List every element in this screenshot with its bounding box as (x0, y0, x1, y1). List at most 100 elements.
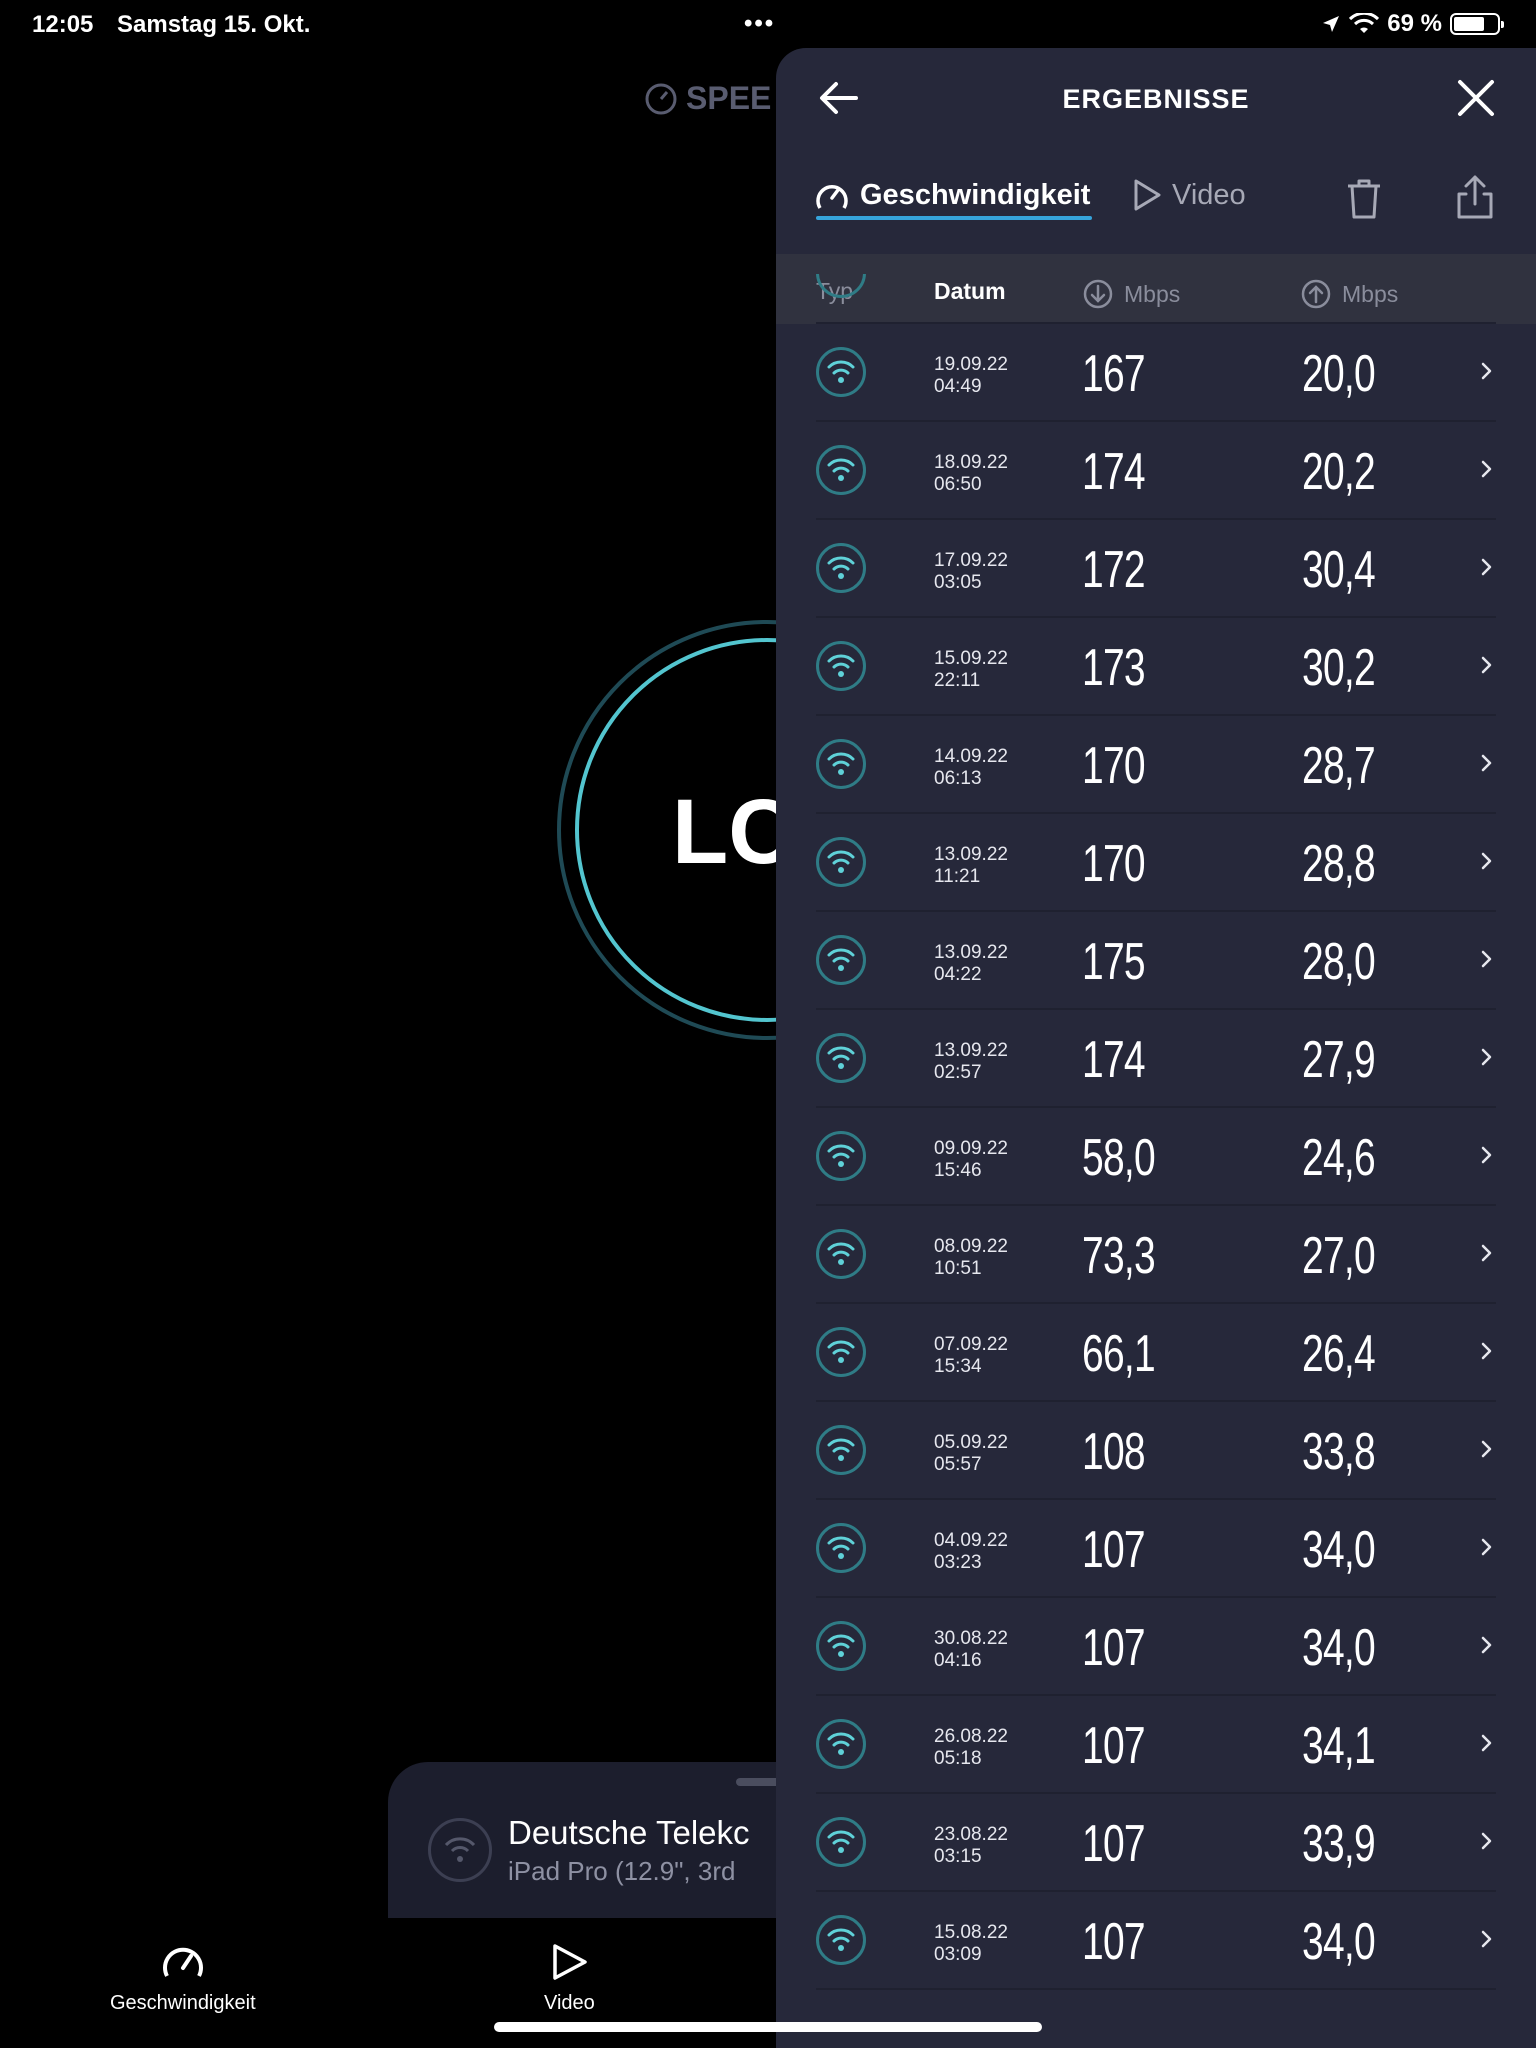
result-row[interactable]: 13.09.22 11:21 170 28,8 (816, 814, 1496, 912)
result-upload: 30,2 (1302, 639, 1376, 697)
chevron-right-icon (1481, 950, 1492, 968)
tab-geschwindigkeit[interactable]: Geschwindigkeit (110, 1942, 256, 2015)
result-row[interactable]: 15.08.22 03:09 107 34,0 (816, 1892, 1496, 1990)
result-row[interactable]: 15.09.22 22:11 173 30,2 (816, 618, 1496, 716)
result-download: 107 (1082, 1815, 1146, 1873)
result-upload: 24,6 (1302, 1129, 1376, 1187)
speedtest-label: SPEE (686, 80, 772, 116)
result-row[interactable]: 08.09.22 10:51 73,3 27,0 (816, 1206, 1496, 1304)
provider-name: Deutsche Telekc (508, 1814, 750, 1851)
tab-speed-results[interactable]: Geschwindigkeit (814, 178, 1090, 212)
wifi-icon (816, 1229, 866, 1279)
result-row[interactable]: 09.09.22 15:46 58,0 24,6 (816, 1108, 1496, 1206)
result-date: 18.09.22 (934, 452, 1008, 473)
share-icon[interactable] (1454, 174, 1496, 220)
result-upload: 33,9 (1302, 1815, 1376, 1873)
tab-label: Geschwindigkeit (110, 1992, 256, 2014)
chevron-right-icon (1481, 362, 1492, 380)
tab-label: Video (1172, 178, 1246, 211)
result-download: 107 (1082, 1913, 1146, 1971)
chevron-right-icon (1481, 558, 1492, 576)
result-date: 09.09.22 (934, 1138, 1008, 1159)
result-time: 05:57 (934, 1454, 982, 1475)
panel-title: ERGEBNISSE (1062, 84, 1250, 114)
result-download: 170 (1082, 737, 1146, 795)
wifi-icon (816, 1719, 866, 1769)
result-datetime: 19.09.22 04:49 (934, 354, 1008, 398)
chevron-right-icon (1481, 656, 1492, 674)
result-download: 108 (1082, 1423, 1146, 1481)
result-time: 06:13 (934, 768, 982, 789)
result-upload: 26,4 (1302, 1325, 1376, 1383)
chevron-right-icon (1481, 852, 1492, 870)
result-datetime: 23.08.22 03:15 (934, 1824, 1008, 1868)
chevron-right-icon (1481, 1244, 1492, 1262)
result-date: 13.09.22 (934, 844, 1008, 865)
panel-tabs: Geschwindigkeit Video (776, 148, 1536, 254)
status-bar: 12:05 Samstag 15. Okt. ••• 69 % (0, 0, 1536, 46)
result-download: 107 (1082, 1717, 1146, 1775)
chevron-right-icon (1481, 1048, 1492, 1066)
wifi-icon (816, 1621, 866, 1671)
tab-label: Video (544, 1992, 595, 2014)
result-row[interactable]: 04.09.22 03:23 107 34,0 (816, 1500, 1496, 1598)
result-date: 15.08.22 (934, 1922, 1008, 1943)
close-icon[interactable] (1452, 74, 1500, 122)
result-row[interactable]: 13.09.22 02:57 174 27,9 (816, 1010, 1496, 1108)
provider-wifi-icon (428, 1818, 492, 1882)
wifi-icon (816, 274, 866, 298)
result-time: 03:09 (934, 1944, 982, 1965)
result-upload: 30,4 (1302, 541, 1376, 599)
result-date: 05.09.22 (934, 1432, 1008, 1453)
wifi-icon (816, 347, 866, 397)
result-download: 172 (1082, 541, 1146, 599)
result-date: 04.09.22 (934, 1530, 1008, 1551)
result-datetime: 08.09.22 10:51 (934, 1236, 1008, 1280)
result-download: 175 (1082, 933, 1146, 991)
result-date: 26.08.22 (934, 1726, 1008, 1747)
panel-header: ERGEBNISSE (776, 48, 1536, 148)
play-icon (553, 1944, 588, 1980)
wifi-icon (816, 1033, 866, 1083)
wifi-status-icon (1349, 13, 1380, 33)
result-row[interactable]: 23.08.22 03:15 107 33,9 (816, 1794, 1496, 1892)
result-upload: 28,8 (1302, 835, 1376, 893)
result-row[interactable]: 14.09.22 06:13 170 28,7 (816, 716, 1496, 814)
battery-percent: 69 % (1387, 10, 1442, 37)
wifi-icon (816, 1523, 866, 1573)
wifi-icon (816, 1425, 866, 1475)
result-download: 167 (1082, 345, 1146, 403)
result-row[interactable]: 19.09.22 04:49 167 20,0 (816, 324, 1496, 422)
result-row[interactable]: 07.09.22 15:34 66,1 26,4 (816, 1304, 1496, 1402)
tab-video[interactable]: Video (544, 1942, 595, 2015)
multitasking-dots[interactable]: ••• (744, 10, 775, 38)
tab-video-results[interactable]: Video (1132, 178, 1246, 212)
chevron-right-icon (1481, 1832, 1492, 1850)
home-indicator[interactable] (494, 2022, 1042, 2032)
gauge-icon (645, 83, 677, 114)
list-item-partial[interactable] (816, 274, 1496, 324)
result-datetime: 30.08.22 04:16 (934, 1628, 1008, 1672)
results-panel: ERGEBNISSE Geschwindigkeit Video Typ Dat… (776, 48, 1536, 2048)
result-date: 15.09.22 (934, 648, 1008, 669)
result-download: 107 (1082, 1521, 1146, 1579)
result-datetime: 13.09.22 04:22 (934, 942, 1008, 986)
result-row[interactable]: 05.09.22 05:57 108 33,8 (816, 1402, 1496, 1500)
trash-icon[interactable] (1344, 178, 1384, 220)
result-row[interactable]: 30.08.22 04:16 107 34,0 (816, 1598, 1496, 1696)
status-time: 12:05 (32, 11, 94, 38)
result-row[interactable]: 17.09.22 03:05 172 30,4 (816, 520, 1496, 618)
result-row[interactable]: 18.09.22 06:50 174 20,2 (816, 422, 1496, 520)
result-time: 15:46 (934, 1160, 982, 1181)
result-date: 23.08.22 (934, 1824, 1008, 1845)
status-right: 69 % (1321, 10, 1504, 38)
wifi-icon (816, 935, 866, 985)
result-time: 03:05 (934, 572, 982, 593)
chevron-right-icon (1481, 460, 1492, 478)
result-download: 174 (1082, 443, 1146, 501)
result-row[interactable]: 13.09.22 04:22 175 28,0 (816, 912, 1496, 1010)
result-upload: 20,2 (1302, 443, 1376, 501)
result-download: 174 (1082, 1031, 1146, 1089)
result-row[interactable]: 26.08.22 05:18 107 34,1 (816, 1696, 1496, 1794)
chevron-right-icon (1481, 1440, 1492, 1458)
